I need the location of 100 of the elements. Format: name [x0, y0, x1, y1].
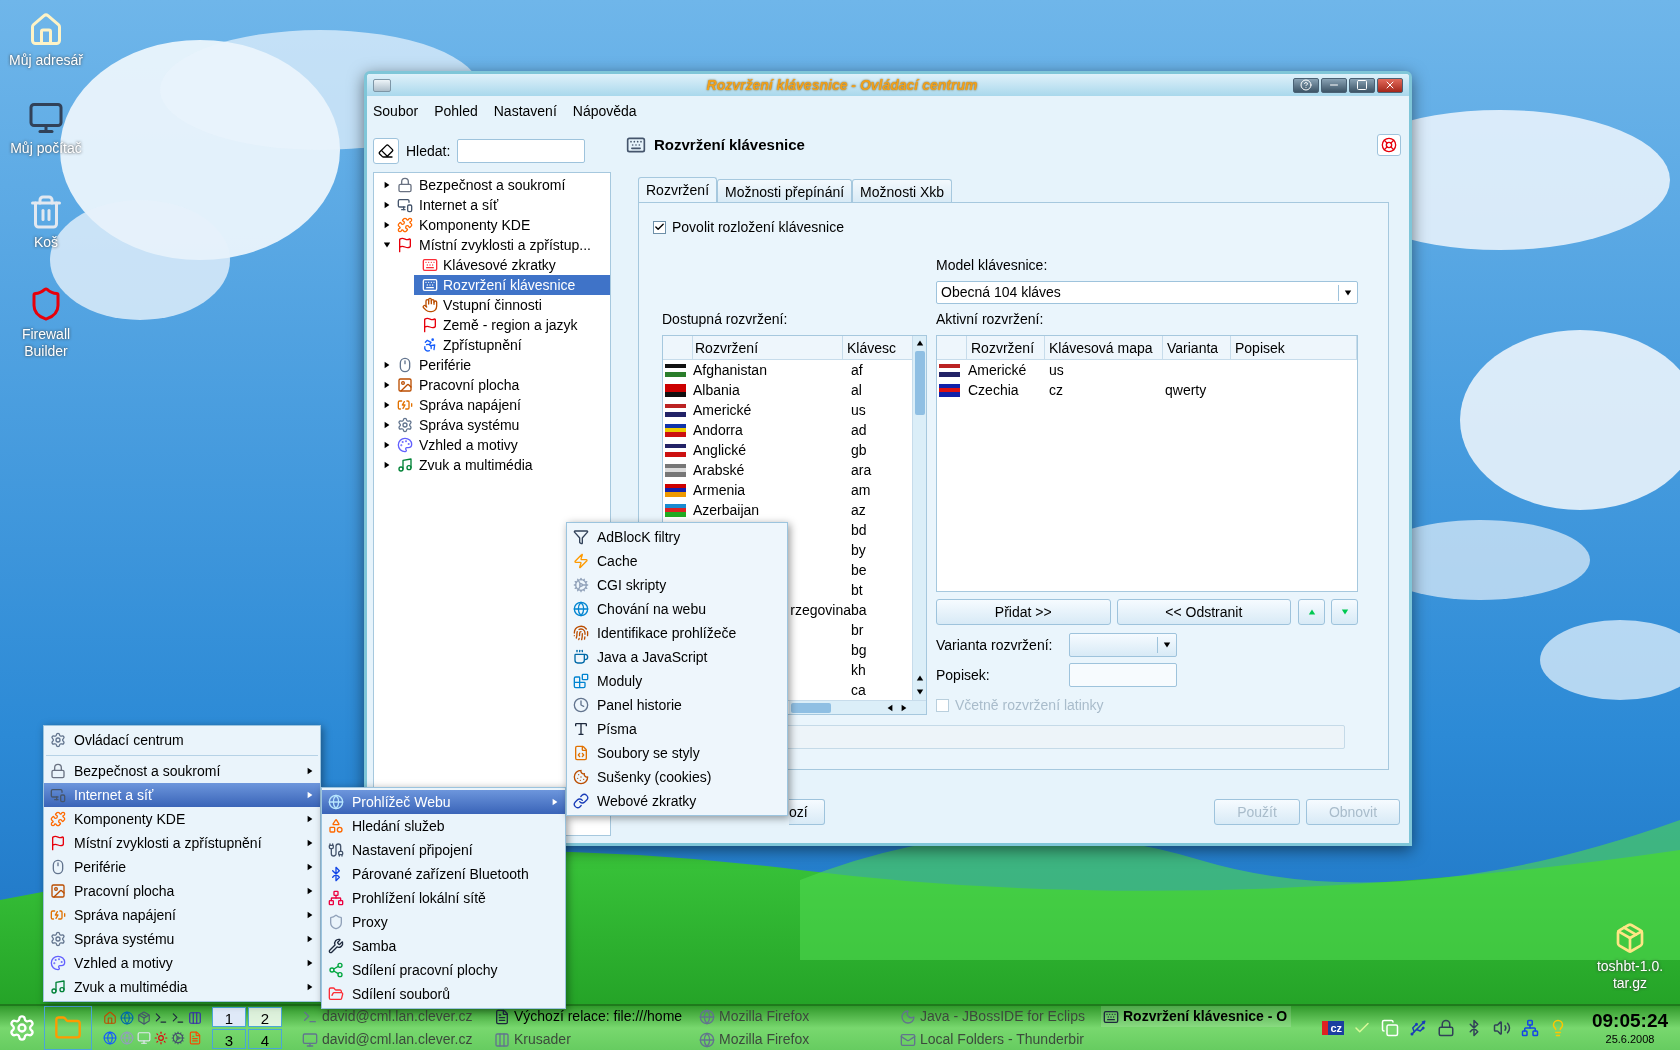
tab[interactable]: Možnosti Xkb [852, 179, 953, 204]
clock-time[interactable]: 09:05:24 [1591, 1010, 1669, 1032]
menu-item[interactable]: AdBlocK filtry [567, 525, 787, 549]
quick-launch-button[interactable] [153, 1010, 168, 1026]
menu-item[interactable]: Panel historie [567, 693, 787, 717]
move-up-button[interactable] [1298, 599, 1326, 625]
tree-item[interactable]: Vstupní činnosti [414, 295, 610, 315]
desktop-pager-button[interactable]: 4 [248, 1029, 282, 1049]
menu-item[interactable]: Webové zkratky [567, 789, 787, 813]
menu-item[interactable]: Nastavení [493, 100, 557, 122]
menu-item[interactable]: Sušenky (cookies) [567, 765, 787, 789]
task-button[interactable]: Rozvržení klávesnice - O [1101, 1006, 1291, 1027]
column-header[interactable]: Rozvržení [693, 336, 843, 359]
menu-item[interactable]: Pohled [434, 100, 478, 122]
column-header[interactable]: Rozvržení [967, 336, 1045, 359]
tree-item[interactable]: Zvuk a multimédia [374, 455, 610, 475]
menu-item[interactable]: Prohlížeč Webu [322, 790, 565, 814]
horizontal-scrollbar[interactable] [789, 701, 926, 714]
menu-item[interactable]: Soubory se styly [567, 741, 787, 765]
menu-item[interactable]: CGI skripty [567, 573, 787, 597]
search-field[interactable] [457, 139, 586, 163]
help-button[interactable] [1293, 77, 1319, 93]
task-button[interactable]: Local Folders - Thunderbir [898, 1029, 1101, 1050]
tree-item[interactable]: Země - region a jazyk [414, 315, 610, 335]
tree-item[interactable]: Pracovní plocha [374, 375, 610, 395]
task-button[interactable]: david@cml.lan.clever.cz [300, 1006, 492, 1027]
task-button[interactable]: Výchozí relace: file:///home [492, 1006, 697, 1027]
task-button[interactable]: Mozilla Firefox [697, 1029, 898, 1050]
push-button[interactable]: << Odstranit [1116, 599, 1292, 625]
menu-item[interactable]: Správa systému [44, 927, 320, 951]
column-header[interactable]: Varianta [1163, 336, 1231, 359]
checkbox-label[interactable]: Povolit rozložení klávesnice [672, 216, 844, 238]
tray-button[interactable] [1408, 1018, 1428, 1038]
tray-button[interactable] [1436, 1018, 1456, 1038]
window-menu-button[interactable] [373, 78, 391, 92]
caption-field[interactable] [1069, 663, 1177, 687]
desktop-pager-button[interactable]: 3 [212, 1029, 246, 1049]
tab[interactable]: Možnosti přepínání [717, 179, 853, 204]
menu-item[interactable]: Párované zařízení Bluetooth [322, 862, 565, 886]
menu-item[interactable]: Bezpečnost a soukromí [44, 759, 320, 783]
quick-launch-button[interactable] [170, 1030, 185, 1046]
desktop-pager-button[interactable]: 2 [248, 1007, 282, 1027]
maximize-button[interactable] [1349, 77, 1375, 93]
menu-item[interactable]: Soubor [373, 100, 419, 122]
tree-item[interactable]: Rozvržení klávesnice [414, 275, 610, 295]
menu-item[interactable]: Prohlížení lokální sítě [322, 886, 565, 910]
quick-launch-button[interactable] [136, 1010, 151, 1026]
menu-item[interactable]: Nastavení připojení [322, 838, 565, 862]
menu-item[interactable]: Identifikace prohlížeče [567, 621, 787, 645]
menu-item[interactable]: Chování na webu [567, 597, 787, 621]
quick-launch-button[interactable] [170, 1010, 185, 1026]
menu-item[interactable]: Hledání služeb [322, 814, 565, 838]
tree-item[interactable]: Místní zvyklosti a zpřístup... [374, 235, 610, 255]
menu-item[interactable]: Písma [567, 717, 787, 741]
tree-item[interactable]: Správa napájení [374, 395, 610, 415]
menu-item[interactable]: Java a JavaScript [567, 645, 787, 669]
tree-item[interactable]: Vzhled a motivy [374, 435, 610, 455]
vertical-scrollbar[interactable] [912, 336, 926, 700]
menu-item[interactable]: Samba [322, 934, 565, 958]
column-header[interactable]: Klávesová mapa [1045, 336, 1163, 359]
model-dropdown[interactable]: Obecná 104 kláves [936, 281, 1358, 304]
task-button[interactable]: david@cml.lan.clever.cz [300, 1029, 492, 1050]
task-button[interactable]: Java - JBossIDE for Eclips [898, 1006, 1101, 1027]
menu-item[interactable]: Komponenty KDE [44, 807, 320, 831]
tree-item[interactable]: Klávesové zkratky [414, 255, 610, 275]
clear-search-button[interactable] [373, 138, 399, 164]
minimize-button[interactable] [1321, 77, 1347, 93]
tree-item[interactable]: Bezpečnost a soukromí [374, 175, 610, 195]
desktop-pager-button[interactable]: 1 [212, 1007, 246, 1027]
menu-item[interactable]: Vzhled a motivy [44, 951, 320, 975]
quick-launch-button[interactable] [102, 1010, 117, 1026]
menu-item[interactable]: Proxy [322, 910, 565, 934]
tree-item[interactable]: Komponenty KDE [374, 215, 610, 235]
menu-item[interactable]: Periférie [44, 855, 320, 879]
close-button[interactable] [1377, 77, 1403, 93]
push-button[interactable]: Přidat >> [936, 599, 1111, 625]
scrollbar-thumb[interactable] [914, 351, 925, 415]
quick-launch-button[interactable] [153, 1030, 168, 1046]
menu-item[interactable]: Pracovní plocha [44, 879, 320, 903]
launcher-button[interactable] [44, 1006, 92, 1050]
menu-item[interactable]: Sdílení souborů [322, 982, 565, 1006]
column-header[interactable]: Klávesc [843, 336, 897, 359]
menu-item[interactable]: Cache [567, 549, 787, 573]
tray-button[interactable] [1492, 1018, 1512, 1038]
push-button[interactable]: ozí [789, 799, 825, 825]
quick-launch-button[interactable] [102, 1030, 117, 1046]
menu-item[interactable]: Nápověda [572, 100, 637, 122]
variant-dropdown[interactable] [1069, 633, 1177, 657]
tree-item[interactable]: Správa systému [374, 415, 610, 435]
quick-launch-button[interactable] [119, 1010, 134, 1026]
menu-item[interactable]: Ovládací centrum [44, 728, 320, 752]
menu-item[interactable]: Místní zvyklosti a zpřístupnění [44, 831, 320, 855]
tab[interactable]: Rozvržení [638, 177, 718, 202]
task-button[interactable]: Krusader [492, 1029, 697, 1050]
help-button[interactable] [1377, 134, 1401, 156]
menu-item[interactable]: Internet a síť [44, 783, 320, 807]
menu-item[interactable]: Správa napájení [44, 903, 320, 927]
column-header[interactable]: Popisek [1231, 336, 1357, 359]
tree-item[interactable]: Zpřístupnění [414, 335, 610, 355]
move-down-button[interactable] [1331, 599, 1358, 625]
